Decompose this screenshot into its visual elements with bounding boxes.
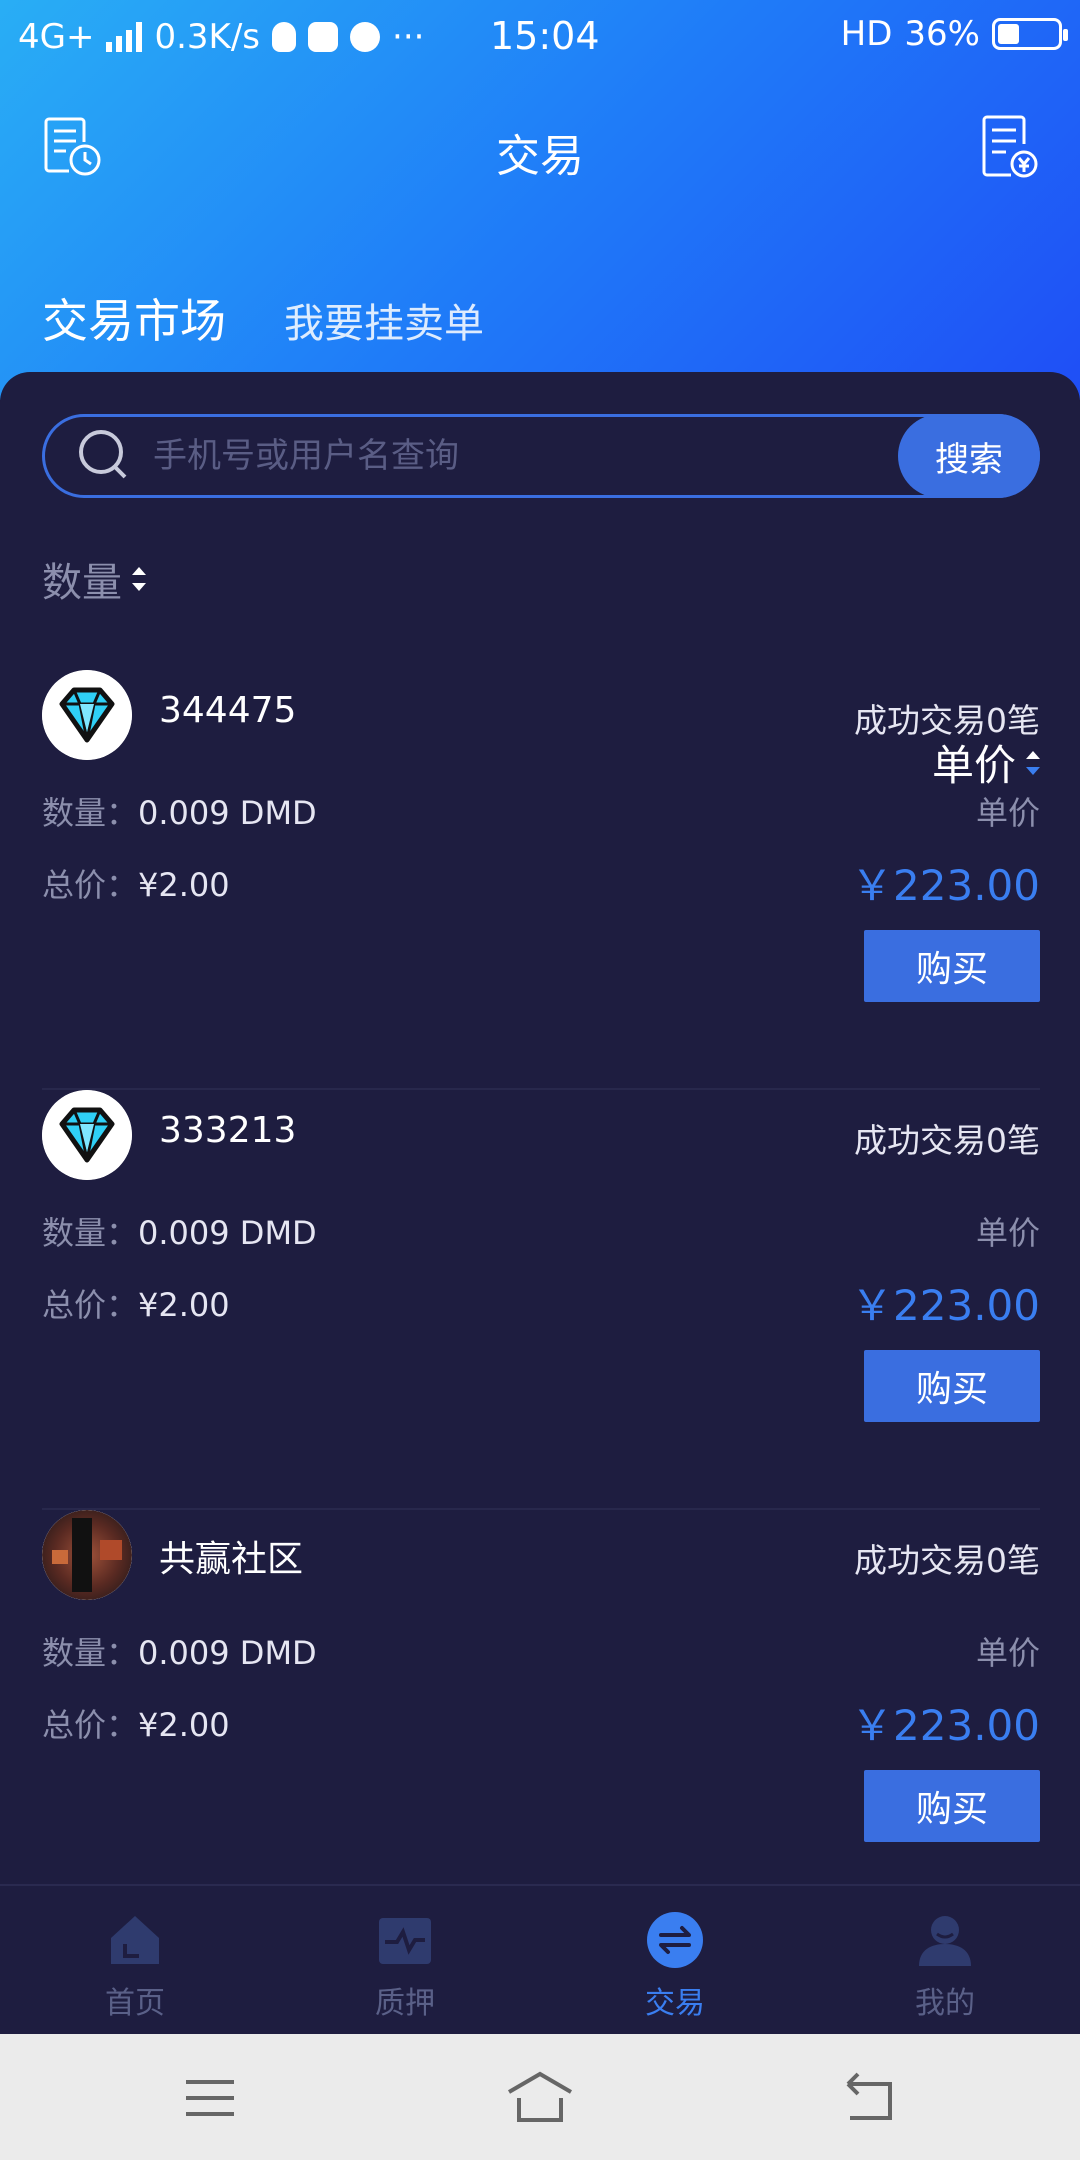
- tabbar-item-trade[interactable]: 交易: [540, 1886, 810, 2034]
- more-notifications: ···: [392, 17, 425, 57]
- profile-icon: [919, 1916, 971, 1966]
- success-count: 成功交易0笔: [854, 1121, 1040, 1160]
- tabbar-item-pledge[interactable]: 质押: [270, 1886, 540, 2034]
- avatar: [42, 1090, 132, 1180]
- tabbar-label: 首页: [105, 1986, 165, 2021]
- quantity-value: 0.009 DMD: [138, 794, 317, 832]
- page-title: 交易: [496, 131, 584, 182]
- quantity-label: 数量：: [42, 1214, 139, 1252]
- quantity-line: 数量：0.009 DMD: [42, 1628, 317, 1674]
- buy-button[interactable]: 购买: [864, 930, 1040, 1002]
- quantity-value: 0.009 DMD: [138, 1634, 317, 1672]
- diamond-icon: [42, 1090, 132, 1180]
- nav-bar: 交易: [0, 100, 1080, 200]
- sort-quantity-label: 数量: [42, 560, 122, 606]
- battery-icon: [992, 18, 1068, 50]
- search-button[interactable]: 搜索: [898, 414, 1040, 498]
- back-icon[interactable]: [840, 2070, 900, 2126]
- quantity-line: 数量：0.009 DMD: [42, 1208, 317, 1254]
- clock: 15:04: [490, 14, 600, 58]
- tabbar-label: 质押: [375, 1986, 435, 2021]
- browser-icon: [350, 22, 381, 52]
- total-label: 总价：: [42, 1706, 139, 1744]
- total-value: ¥2.00: [138, 1706, 230, 1744]
- qq-icon: [272, 22, 297, 52]
- sort-row: 数量 单价: [42, 550, 1040, 790]
- search-bar: 搜索: [42, 414, 1040, 498]
- total-line: 总价：¥2.00: [42, 860, 230, 906]
- unit-price-label: 单价: [975, 1214, 1040, 1252]
- quantity-line: 数量：0.009 DMD: [42, 788, 317, 834]
- search-icon: [79, 430, 127, 479]
- tabbar-item-profile[interactable]: 我的: [810, 1886, 1080, 2034]
- system-navigation-bar: [0, 2034, 1080, 2160]
- diamond-icon: [42, 670, 132, 760]
- total-line: 总价：¥2.00: [42, 1700, 230, 1746]
- seller-name: 共赢社区: [159, 1539, 304, 1580]
- tabbar-label: 交易: [645, 1986, 705, 2021]
- success-count: 成功交易0笔: [854, 1541, 1040, 1580]
- home-nav-icon[interactable]: [505, 2070, 575, 2126]
- unit-price-value: ￥223.00: [851, 861, 1040, 910]
- total-line: 总价：¥2.00: [42, 1280, 230, 1326]
- menu-icon[interactable]: [180, 2070, 240, 2126]
- unit-price-value: ￥223.00: [851, 1281, 1040, 1330]
- tabbar-item-home[interactable]: 首页: [0, 1886, 270, 2034]
- tabbar-label: 我的: [915, 1986, 975, 2021]
- listing-item: 共赢社区 成功交易0笔 数量：0.009 DMD 总价：¥2.00 单价 ￥22…: [42, 1510, 1040, 1930]
- avatar: [42, 670, 132, 760]
- signal-icon: [106, 22, 143, 52]
- avatar: [42, 1510, 132, 1600]
- network-speed: 0.3K/s: [154, 17, 261, 57]
- unit-price-label: 单价: [975, 794, 1040, 832]
- buy-button[interactable]: 购买: [864, 1770, 1040, 1842]
- listing-item: 344475 成功交易0笔 数量：0.009 DMD 总价：¥2.00 单价 ￥…: [42, 670, 1040, 1090]
- avatar-photo: [42, 1510, 132, 1600]
- home-icon: [111, 1916, 159, 1964]
- tab-sell-order[interactable]: 我要挂卖单: [284, 291, 484, 351]
- seller-name: 333213: [159, 1110, 297, 1151]
- network-type: 4G+: [18, 17, 95, 57]
- buy-button[interactable]: 购买: [864, 1350, 1040, 1422]
- quantity-label: 数量：: [42, 1634, 139, 1672]
- tab-market[interactable]: 交易市场: [42, 285, 226, 351]
- bill-icon[interactable]: [974, 114, 1040, 180]
- mail-icon: [308, 22, 339, 52]
- seller-name: 344475: [159, 690, 297, 731]
- battery-percent: 36%: [904, 14, 980, 54]
- total-value: ¥2.00: [138, 1286, 230, 1324]
- listing-item: 333213 成功交易0笔 数量：0.009 DMD 总价：¥2.00 单价 ￥…: [42, 1090, 1040, 1510]
- quantity-label: 数量：: [42, 794, 139, 832]
- unit-price-value: ￥223.00: [851, 1701, 1040, 1750]
- status-bar: 4G+ 0.3K/s ··· 15:04 HD 36%: [0, 0, 1080, 74]
- quantity-value: 0.009 DMD: [138, 1214, 317, 1252]
- pledge-icon: [379, 1918, 431, 1964]
- bottom-tabbar: 首页 质押 交易 我的: [0, 1884, 1080, 2034]
- exchange-icon: [647, 1912, 703, 1968]
- total-value: ¥2.00: [138, 866, 230, 904]
- total-label: 总价：: [42, 1286, 139, 1324]
- trade-tabs: 交易市场 我要挂卖单: [42, 285, 484, 351]
- unit-price-label: 单价: [975, 1634, 1040, 1672]
- sort-arrows-icon: [132, 567, 146, 591]
- market-panel: 搜索 数量 单价 344475 成功交易0笔 数量：0.009 DMD 总价：¥…: [0, 372, 1080, 1884]
- sort-quantity[interactable]: 数量: [42, 550, 146, 608]
- success-count: 成功交易0笔: [854, 701, 1040, 740]
- total-label: 总价：: [42, 866, 139, 904]
- hd-indicator: HD: [840, 14, 893, 54]
